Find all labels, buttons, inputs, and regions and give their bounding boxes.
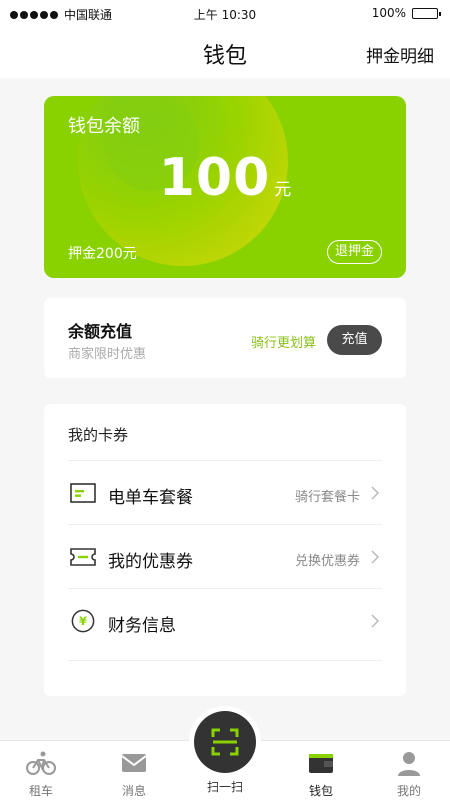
wallet-icon — [309, 754, 333, 773]
chevron-right-icon — [371, 550, 380, 564]
deposit-details-link[interactable]: 押金明细 — [366, 42, 434, 67]
svg-text:¥: ¥ — [79, 615, 87, 628]
list-item-coupons[interactable]: 我的优惠券 兑换优惠券 — [68, 524, 382, 588]
my-cards-panel: 我的卡券 电单车套餐 骑行套餐卡 我的优惠券 兑换优惠券 ¥ 财务信息 — [44, 404, 406, 696]
status-bar: 中国联通 上午 10:30 100% — [0, 0, 450, 28]
balance-label: 钱包余额 — [68, 116, 140, 137]
cards-title: 我的卡券 — [68, 426, 129, 444]
battery-percent: 100% — [371, 6, 406, 20]
battery-indicator: 100% — [371, 6, 441, 20]
list-divider — [68, 660, 382, 661]
list-item-label: 我的优惠券 — [108, 552, 193, 572]
recharge-title: 余额充值 — [68, 322, 133, 341]
list-item-label: 财务信息 — [108, 616, 176, 636]
deposit-amount: 押金200元 — [68, 246, 137, 262]
list-item-label: 电单车套餐 — [108, 488, 193, 508]
coupon-icon — [70, 548, 96, 566]
list-item-hint: 兑换优惠券 — [294, 554, 360, 569]
mail-icon — [121, 754, 147, 772]
scan-button-circle — [194, 711, 256, 773]
balance-card: 钱包余额 100 元 押金200元 退押金 — [44, 96, 406, 278]
user-icon — [398, 752, 420, 776]
list-item-finance-info[interactable]: ¥ 财务信息 — [68, 588, 382, 652]
bike-icon — [26, 751, 56, 775]
list-item-hint: 骑行套餐卡 — [294, 490, 360, 505]
yuan-icon: ¥ — [71, 609, 95, 633]
chevron-right-icon — [371, 614, 380, 628]
scan-button[interactable] — [189, 706, 261, 778]
refund-deposit-button[interactable]: 退押金 — [326, 240, 382, 264]
recharge-button[interactable]: 充值 — [327, 325, 382, 355]
list-item-ebike-package[interactable]: 电单车套餐 骑行套餐卡 — [68, 460, 382, 524]
card-icon — [70, 483, 96, 503]
chevron-right-icon — [371, 486, 380, 500]
navigation-bar: 钱包 押金明细 — [0, 28, 450, 78]
recharge-promo: 骑行更划算 — [250, 336, 316, 351]
scan-label: 扫一扫 — [206, 780, 243, 794]
recharge-subtitle: 商家限时优惠 — [68, 347, 147, 362]
battery-icon — [412, 7, 441, 19]
scan-icon — [211, 728, 239, 756]
balance-amount: 100 元 — [44, 148, 406, 208]
balance-unit: 元 — [274, 180, 292, 200]
recharge-panel: 余额充值 商家限时优惠 骑行更划算 充值 — [44, 298, 406, 378]
balance-value: 100 — [158, 148, 271, 208]
